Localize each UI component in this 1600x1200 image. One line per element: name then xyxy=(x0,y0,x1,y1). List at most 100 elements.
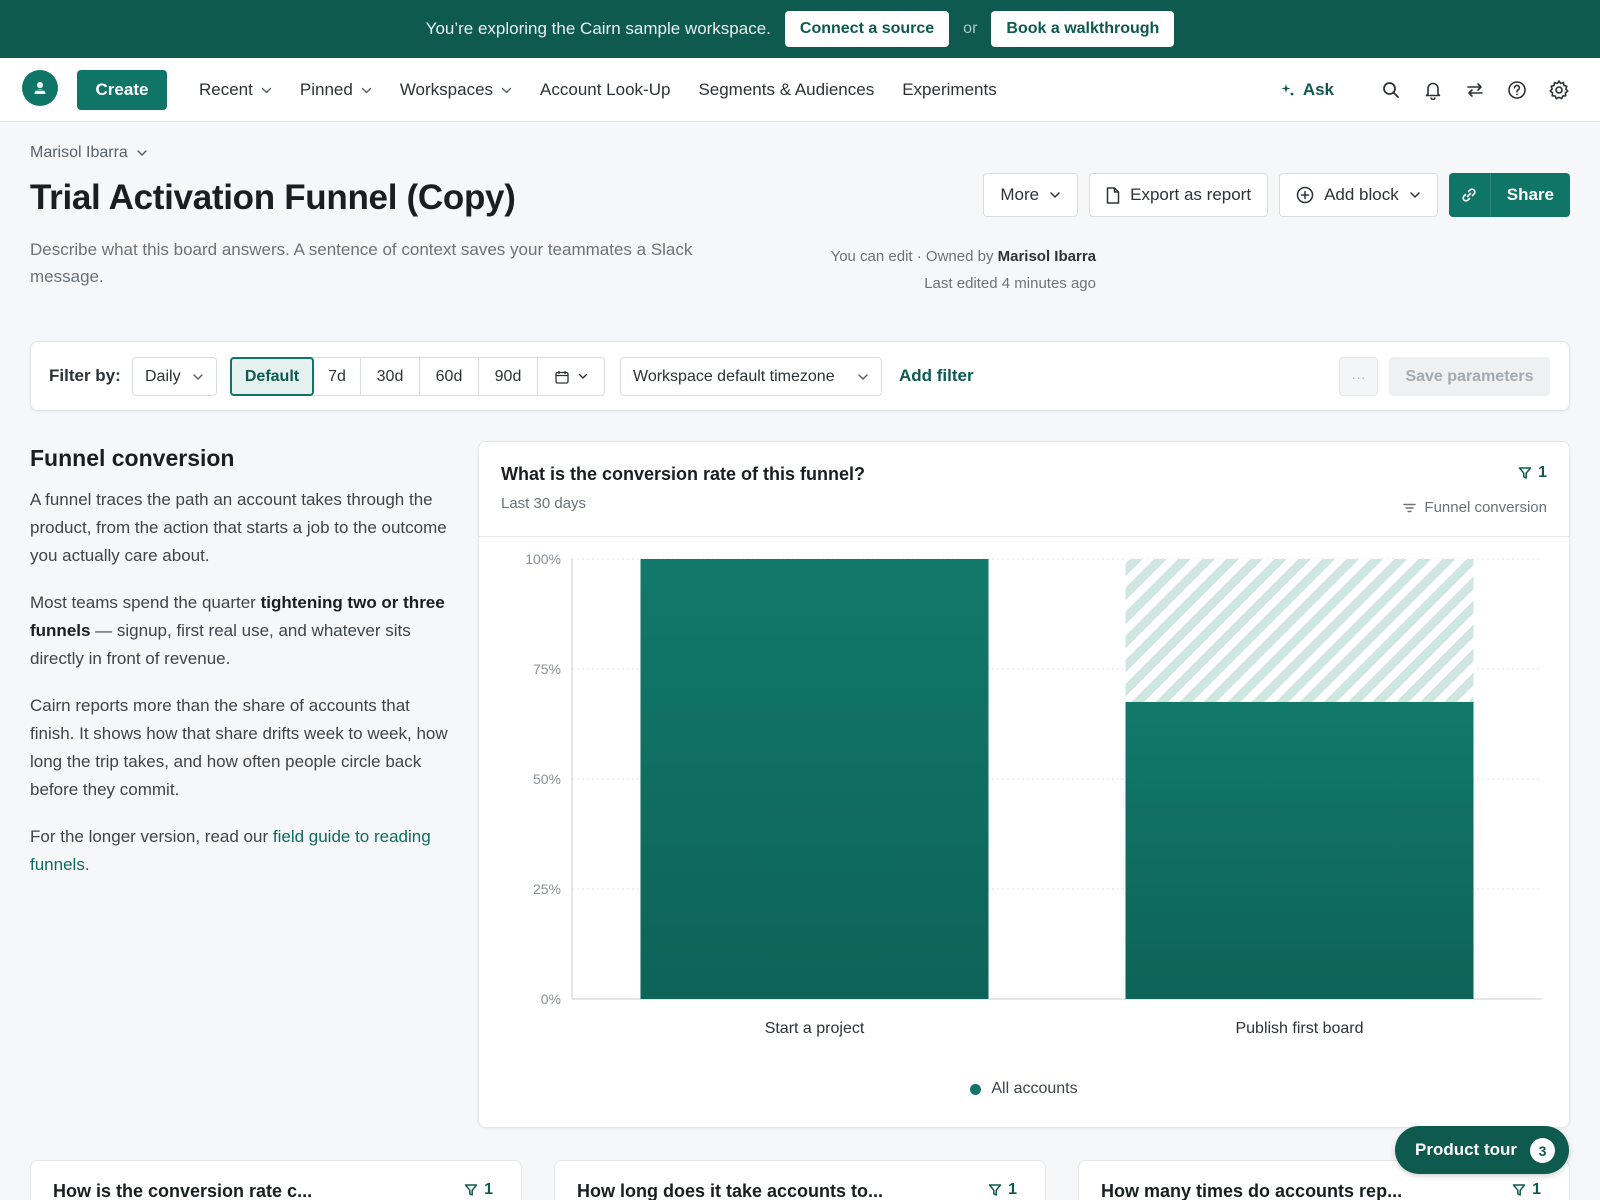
export-label: Export as report xyxy=(1130,185,1252,204)
text-run: . xyxy=(84,855,90,874)
permission-text: You can edit · Owned by xyxy=(830,248,994,265)
product-tour-button[interactable]: Product tour 3 xyxy=(1395,1126,1569,1174)
nav-item-account-look-up[interactable]: Account Look-Up xyxy=(540,80,670,100)
bell-icon[interactable] xyxy=(1422,79,1444,101)
chevron-down-icon xyxy=(193,373,203,380)
link-icon xyxy=(1462,188,1476,202)
text-run: For the longer version, read our xyxy=(30,827,273,846)
chevron-down-icon xyxy=(578,373,587,379)
legend-label[interactable]: All accounts xyxy=(991,1080,1077,1098)
filter-by-label: Filter by: xyxy=(49,366,121,385)
more-button[interactable]: More xyxy=(983,173,1079,217)
filter-icon xyxy=(1512,1184,1526,1196)
date-range-selector: Default 7d 30d 60d 90d xyxy=(230,357,605,396)
nav-item-label: Account Look-Up xyxy=(540,80,671,99)
nav-item-label: Experiments xyxy=(902,80,997,99)
y-tick-label: 0% xyxy=(541,991,561,1007)
page-title: Trial Activation Funnel (Copy) xyxy=(30,178,516,217)
banner-or-label: or xyxy=(963,20,978,37)
nav-item-label: Workspaces xyxy=(399,80,494,99)
book-walkthrough-button[interactable]: Book a walkthrough xyxy=(991,11,1175,47)
nav-item-recent[interactable]: Recent xyxy=(199,80,272,100)
owner-dropdown[interactable]: Marisol Ibarra xyxy=(30,144,148,162)
chevron-down-icon xyxy=(261,87,272,93)
conversion-bar xyxy=(1125,702,1474,999)
insight-card[interactable]: How long does it take accounts to... 1 xyxy=(554,1160,1046,1200)
y-tick-label: 100% xyxy=(525,551,561,567)
conversion-bar xyxy=(640,559,989,999)
insight-filter-badge[interactable]: 1 xyxy=(464,1181,493,1199)
more-label: More xyxy=(1000,185,1040,204)
range-60d[interactable]: 60d xyxy=(420,358,479,395)
search-icon[interactable] xyxy=(1380,79,1402,101)
range-30d[interactable]: 30d xyxy=(361,358,420,395)
save-parameters-button[interactable]: Save parameters xyxy=(1389,357,1550,396)
filter-count: 1 xyxy=(1538,464,1547,481)
filter-count: 1 xyxy=(1008,1181,1017,1198)
chevron-down-icon xyxy=(361,87,372,93)
add-filter-button[interactable]: Add filter xyxy=(899,366,974,386)
explainer-paragraph: A funnel traces the path an account take… xyxy=(30,490,447,565)
insight-filter-badge[interactable]: 1 xyxy=(988,1181,1017,1199)
timezone-select[interactable]: Workspace default timezone xyxy=(620,357,882,396)
y-tick-label: 25% xyxy=(533,881,561,897)
range-default[interactable]: Default xyxy=(230,357,314,396)
filter-icon xyxy=(464,1184,478,1196)
chevron-down-icon xyxy=(137,150,147,156)
filter-count: 1 xyxy=(484,1181,493,1198)
swap-icon[interactable] xyxy=(1464,79,1486,101)
granularity-value: Daily xyxy=(145,367,181,385)
help-icon[interactable] xyxy=(1506,79,1528,101)
insight-card[interactable]: How is the conversion rate c... 1 xyxy=(30,1160,522,1200)
legend-swatch xyxy=(970,1083,982,1095)
chart-subtitle: Last 30 days xyxy=(501,495,587,512)
x-tick-label: Start a project xyxy=(765,1020,865,1037)
ask-button[interactable]: Ask xyxy=(1281,80,1334,100)
nav-item-label: Recent xyxy=(199,80,253,99)
ask-label: Ask xyxy=(1302,80,1334,99)
connect-source-button[interactable]: Connect a source xyxy=(784,11,950,47)
chart-filter-badge[interactable]: 1 xyxy=(1518,464,1547,482)
chart-sort-label[interactable]: Funnel conversion xyxy=(1403,499,1547,516)
granularity-select[interactable]: Daily xyxy=(132,357,217,396)
board-description[interactable]: Describe what this board answers. A sent… xyxy=(30,236,750,290)
insight-filter-badge[interactable]: 1 xyxy=(1512,1181,1541,1199)
text-run: Most teams spend the quarter xyxy=(30,593,261,612)
insight-card-title: How many times do accounts rep... xyxy=(1101,1181,1403,1200)
x-tick-label: Publish first board xyxy=(1235,1020,1363,1037)
gear-icon[interactable] xyxy=(1548,79,1570,101)
create-button[interactable]: Create xyxy=(77,70,167,110)
chart-title[interactable]: What is the conversion rate of this funn… xyxy=(501,464,865,485)
range-90d[interactable]: 90d xyxy=(479,358,538,395)
calendar-icon xyxy=(554,370,569,384)
filter-icon xyxy=(988,1184,1002,1196)
section-heading: Funnel conversion xyxy=(30,445,235,471)
custom-date-button[interactable] xyxy=(538,358,604,395)
y-tick-label: 75% xyxy=(533,661,561,677)
timezone-value: Workspace default timezone xyxy=(633,367,835,385)
range-7d[interactable]: 7d xyxy=(314,358,361,395)
header-actions: More Export as report Add block Share xyxy=(972,173,1570,217)
add-block-button[interactable]: Add block xyxy=(1279,173,1438,217)
nav-item-workspaces[interactable]: Workspaces xyxy=(400,80,512,100)
share-button[interactable]: Share xyxy=(1490,173,1570,217)
export-report-button[interactable]: Export as report xyxy=(1089,173,1269,217)
nav-item-pinned[interactable]: Pinned xyxy=(300,80,372,100)
y-tick-label: 50% xyxy=(533,771,561,787)
filter-icon xyxy=(1518,467,1532,479)
filter-count: 1 xyxy=(1532,1181,1541,1198)
nav-item-segments-audiences[interactable]: Segments & Audiences xyxy=(698,80,874,100)
explainer-paragraph: For the longer version, read our field g… xyxy=(30,823,450,879)
funnel-bar-chart: 0% 25% 50% 75% 100% Start a project Publish fi… xyxy=(525,551,1542,1037)
user-avatar-icon[interactable] xyxy=(22,70,58,106)
filter-more-button[interactable]: ··· xyxy=(1339,357,1378,396)
document-icon xyxy=(1106,186,1120,204)
nav-menu: Recent Pinned Workspaces Account Look-Up Seg… xyxy=(199,58,1025,122)
nav-item-experiments[interactable]: Experiments xyxy=(902,80,996,100)
dropoff-bar xyxy=(1125,559,1474,702)
sparkle-icon xyxy=(1281,84,1294,96)
copy-link-button[interactable] xyxy=(1448,173,1491,217)
product-tour-count: 3 xyxy=(1530,1138,1555,1163)
explainer-paragraph: Most teams spend the quarter tightening … xyxy=(30,589,450,673)
permissions-info: You can edit · Owned by Marisol Ibarra L… xyxy=(831,243,1096,297)
